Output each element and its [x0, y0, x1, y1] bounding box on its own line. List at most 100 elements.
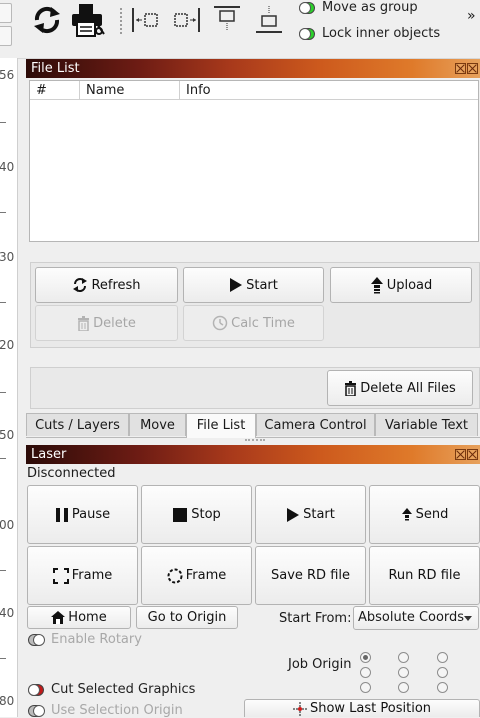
file-list-panel-header: File List — [26, 59, 480, 78]
ruler-label: 30 — [0, 250, 15, 264]
toggle-switch-icon[interactable] — [28, 633, 44, 646]
file-list-table[interactable]: # Name Info — [29, 80, 479, 242]
stop-button[interactable]: Stop — [141, 485, 252, 544]
start-file-button[interactable]: Start — [183, 267, 324, 303]
origin-radio-bottom-left[interactable] — [360, 682, 371, 693]
use-selection-origin-label: Use Selection Origin — [51, 703, 183, 718]
tab-camera-control[interactable]: Camera Control — [256, 413, 375, 436]
origin-radio-middle-left[interactable] — [360, 667, 371, 678]
enable-rotary-toggle[interactable]: Enable Rotary — [28, 632, 142, 647]
float-panel-icon[interactable] — [455, 449, 466, 460]
file-actions-group: Refresh Start Upload Delete Calc Time — [30, 262, 480, 348]
frame-circle-button[interactable]: Frame — [141, 546, 252, 605]
column-header-name[interactable]: Name — [80, 81, 180, 100]
send-label: Send — [415, 507, 449, 522]
splitter-handle[interactable] — [245, 439, 265, 443]
align-bottom-icon[interactable] — [252, 4, 286, 36]
frame-rect-button[interactable]: Frame — [27, 546, 138, 605]
home-label: Home — [68, 610, 107, 625]
move-as-group-label: Move as group — [322, 0, 418, 15]
calc-time-button[interactable]: Calc Time — [183, 305, 324, 341]
delete-all-files-button[interactable]: Delete All Files — [327, 370, 473, 406]
delete-button[interactable]: Delete — [35, 305, 178, 341]
origin-radio-top-left[interactable] — [360, 652, 371, 663]
cut-selected-graphics-toggle[interactable]: Cut Selected Graphics — [28, 682, 195, 697]
home-button[interactable]: Home — [27, 606, 131, 629]
origin-radio-center[interactable] — [398, 667, 409, 678]
upload-icon — [401, 507, 412, 520]
laser-title: Laser — [31, 447, 67, 462]
column-header-info[interactable]: Info — [180, 81, 478, 100]
panel-tab-bar: Cuts / Layers Move File List Camera Cont… — [26, 413, 480, 438]
refresh-label: Refresh — [91, 277, 141, 293]
chevron-down-icon — [464, 616, 472, 621]
lock-inner-objects-toggle[interactable]: Lock inner objects — [299, 26, 440, 41]
use-selection-origin-toggle[interactable]: Use Selection Origin — [28, 703, 183, 718]
ruler-label: 00 — [0, 518, 15, 532]
crosshair-icon — [292, 701, 307, 716]
origin-radio-middle-right[interactable] — [437, 667, 448, 678]
save-rd-file-button[interactable]: Save RD file — [255, 546, 366, 605]
origin-radio-top-right[interactable] — [437, 652, 448, 663]
column-header-number[interactable]: # — [30, 81, 80, 100]
start-from-value: Absolute Coords — [358, 610, 465, 625]
float-panel-icon[interactable] — [455, 63, 466, 74]
align-right-icon[interactable] — [170, 6, 202, 34]
job-origin-grid — [356, 648, 480, 700]
toggle-switch-icon[interactable] — [299, 1, 315, 14]
enable-rotary-label: Enable Rotary — [51, 632, 142, 647]
job-origin-label: Job Origin — [288, 657, 352, 672]
refresh-device-icon[interactable] — [30, 4, 64, 36]
align-left-icon[interactable] — [130, 6, 162, 34]
tab-cuts-layers[interactable]: Cuts / Layers — [26, 413, 129, 436]
frame-rect-label: Frame — [71, 568, 113, 583]
go-to-origin-button[interactable]: Go to Origin — [136, 606, 238, 629]
upload-button[interactable]: Upload — [330, 267, 472, 303]
toolbar-separator — [120, 8, 123, 34]
refresh-button[interactable]: Refresh — [35, 267, 178, 303]
align-top-icon[interactable] — [210, 4, 244, 36]
ruler-label: 40 — [0, 160, 15, 174]
tab-move[interactable]: Move — [129, 413, 186, 436]
origin-radio-top-center[interactable] — [398, 652, 409, 663]
show-last-position-label: Show Last Position — [309, 701, 432, 716]
start-file-label: Start — [246, 277, 278, 293]
send-button[interactable]: Send — [369, 485, 480, 544]
stop-label: Stop — [191, 507, 221, 522]
print-cut-icon[interactable] — [70, 3, 106, 37]
toggle-switch-icon[interactable] — [28, 683, 44, 696]
origin-radio-bottom-center[interactable] — [398, 682, 409, 693]
file-list-title: File List — [31, 61, 80, 76]
tab-file-list[interactable]: File List — [186, 413, 256, 438]
start-from-select[interactable]: Absolute Coords — [353, 606, 479, 630]
close-panel-icon[interactable] — [467, 63, 478, 74]
cut-selected-graphics-label: Cut Selected Graphics — [51, 682, 196, 697]
toolbar-overflow-button[interactable]: » — [467, 8, 476, 24]
spin-down-control[interactable] — [0, 26, 12, 46]
spin-up-control[interactable] — [0, 3, 12, 23]
close-panel-icon[interactable] — [467, 449, 478, 460]
delete-all-group: Delete All Files — [30, 367, 480, 409]
vertical-ruler: 56 40 30 20 50 00 40 80 — [0, 58, 18, 717]
upload-icon — [370, 277, 383, 294]
run-rd-file-button[interactable]: Run RD file — [369, 546, 480, 605]
pause-button[interactable]: Pause — [27, 485, 138, 544]
ruler-label: 80 — [0, 694, 15, 708]
toggle-switch-icon[interactable] — [299, 27, 315, 40]
tab-variable-text[interactable]: Variable Text — [375, 413, 478, 436]
start-job-button[interactable]: Start — [255, 485, 366, 544]
upload-label: Upload — [386, 277, 433, 293]
move-as-group-toggle[interactable]: Move as group — [299, 0, 418, 15]
frame-circle-icon — [167, 568, 183, 583]
toggle-switch-icon[interactable] — [28, 704, 44, 717]
start-job-label: Start — [303, 507, 335, 522]
ruler-label: 50 — [0, 428, 15, 442]
laser-panel-header: Laser — [26, 445, 480, 464]
origin-radio-bottom-right[interactable] — [437, 682, 448, 693]
ruler-label: 20 — [0, 338, 15, 352]
home-icon — [51, 611, 66, 624]
play-icon — [287, 507, 300, 522]
show-last-position-button[interactable]: Show Last Position — [244, 699, 480, 717]
refresh-icon — [73, 278, 88, 292]
top-toolbar: Move as group Lock inner objects » — [0, 0, 480, 59]
